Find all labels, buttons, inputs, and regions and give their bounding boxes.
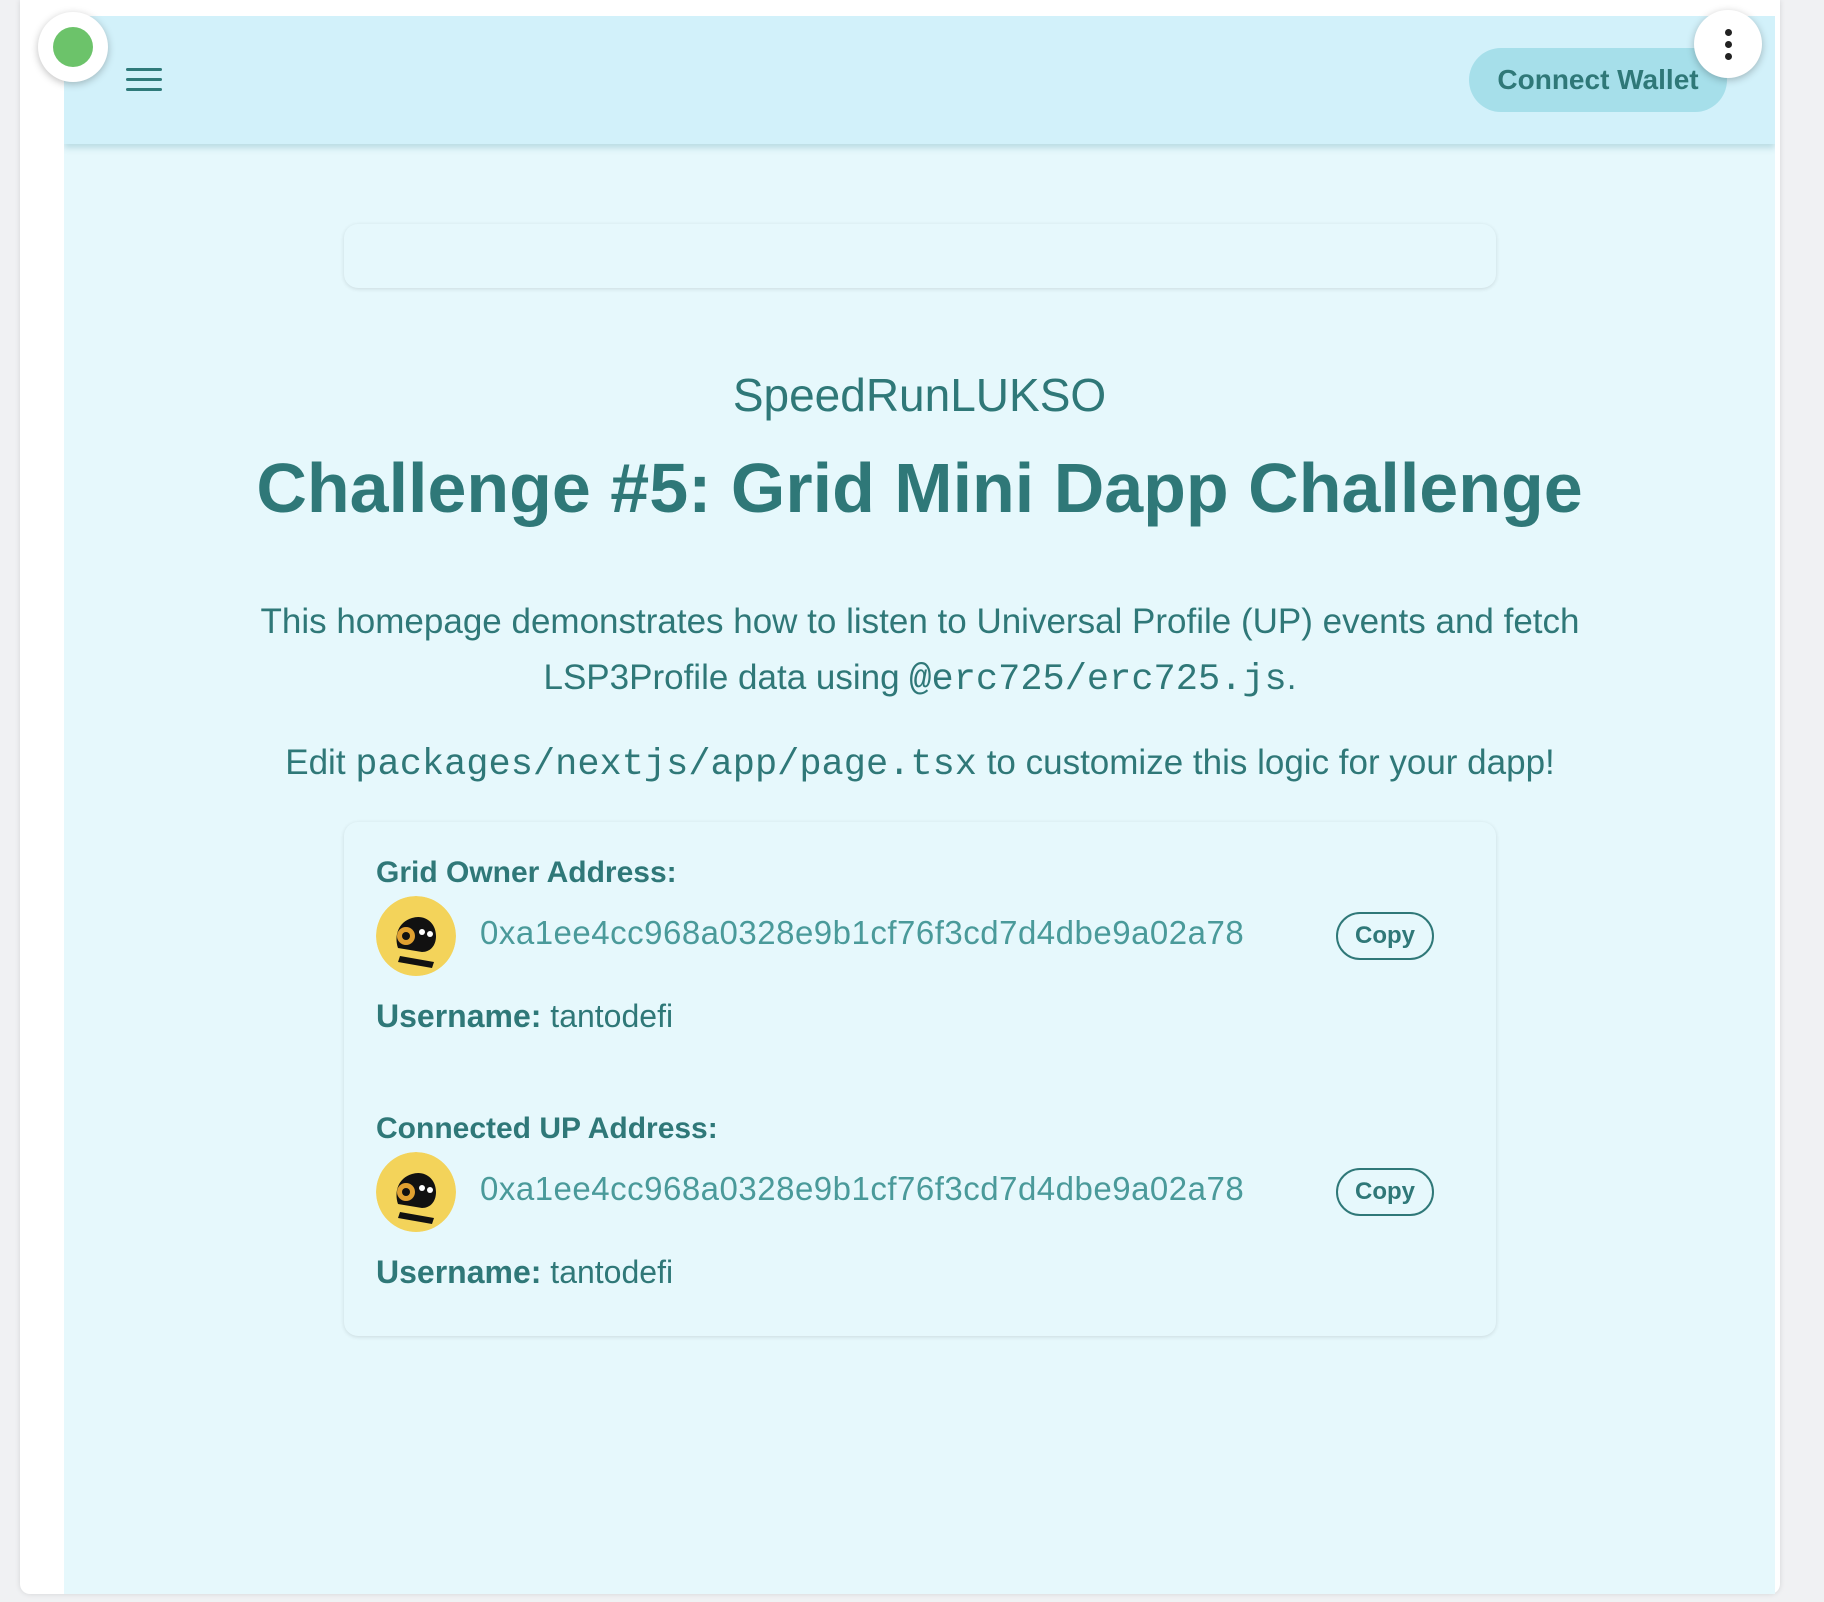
page-subtitle: SpeedRunLUKSO (732, 369, 1107, 421)
page-description: This homepage demonstrates how to listen… (184, 594, 1656, 708)
connected-up-section: Connected UP Address: 0xa1ee4cc968a0328e… (376, 1112, 1456, 1290)
username-value: tantodefi (550, 998, 674, 1034)
green-status-indicator (53, 27, 93, 67)
copy-grid-owner-button[interactable]: Copy (1336, 912, 1434, 960)
edit-code-path: packages/nextjs/app/page.tsx (355, 744, 977, 786)
grid-owner-section: Grid Owner Address: 0xa1ee4cc968a0328e9b… (376, 856, 1456, 1034)
edit-suffix: to customize this logic for your dapp! (976, 743, 1555, 782)
avatar (376, 1152, 456, 1232)
connected-up-username: Username: tantodefi (376, 1254, 673, 1291)
connected-up-label: Connected UP Address: (376, 1112, 718, 1145)
status-dot-icon[interactable] (38, 12, 108, 82)
description-end: . (1286, 658, 1297, 697)
grid-owner-label: Grid Owner Address: (376, 856, 677, 889)
connect-wallet-button[interactable]: Connect Wallet (1469, 48, 1727, 112)
more-vertical-icon[interactable] (1694, 10, 1762, 78)
username-value: tantodefi (550, 1254, 674, 1290)
connected-up-address: 0xa1ee4cc968a0328e9b1cf76f3cd7d4dbe9a02a… (480, 1170, 1245, 1207)
page-title: Challenge #5: Grid Mini Dapp Challenge (256, 449, 1583, 527)
description-code: @erc725/erc725.js (909, 659, 1287, 701)
avatar (376, 896, 456, 976)
empty-card (344, 224, 1496, 288)
app-viewport: Connect Wallet SpeedRunLUKSO Challenge #… (64, 16, 1775, 1594)
grid-owner-username: Username: tantodefi (376, 998, 673, 1035)
username-label: Username: (376, 998, 542, 1034)
hamburger-menu-icon[interactable] (126, 66, 162, 94)
grid-owner-address-row: 0xa1ee4cc968a0328e9b1cf76f3cd7d4dbe9a02a… (376, 896, 1456, 976)
top-bar: Connect Wallet (64, 16, 1775, 144)
profile-info-card: Grid Owner Address: 0xa1ee4cc968a0328e9b… (344, 822, 1496, 1336)
username-label: Username: (376, 1254, 542, 1290)
connected-up-address-row: 0xa1ee4cc968a0328e9b1cf76f3cd7d4dbe9a02a… (376, 1152, 1456, 1232)
grid-owner-address: 0xa1ee4cc968a0328e9b1cf76f3cd7d4dbe9a02a… (480, 914, 1245, 951)
browser-frame: Connect Wallet SpeedRunLUKSO Challenge #… (20, 0, 1780, 1594)
edit-prefix: Edit (285, 743, 356, 782)
copy-connected-up-button[interactable]: Copy (1336, 1168, 1434, 1216)
edit-hint: Edit packages/nextjs/app/page.tsx to cus… (144, 738, 1696, 790)
